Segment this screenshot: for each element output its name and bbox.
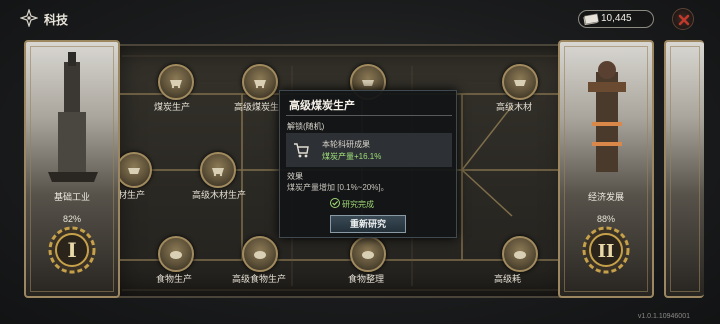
back-button[interactable] [19, 8, 39, 28]
node-label-food: 食物生产 [156, 274, 193, 284]
close-icon [678, 14, 690, 26]
research-node-wood[interactable] [116, 152, 152, 188]
research-detail-popup: 高级煤炭生产 解锁(随机) 本轮科研成果 煤炭产量+16.1% 效果 煤炭产量增… [279, 90, 457, 238]
popup-title: 高级煤炭生产 [289, 100, 355, 112]
top-bar: 科技 10,445 [0, 0, 720, 36]
card-frame [670, 46, 700, 292]
gear-numeral: I [67, 238, 76, 262]
card-title: 基础工业 [53, 192, 90, 202]
coal-cart-icon [170, 80, 182, 89]
research-node-advanced-food[interactable] [242, 236, 278, 272]
category-card-partial[interactable] [664, 40, 704, 298]
gear-numeral: II [598, 241, 615, 262]
page-title: 科技 [44, 13, 69, 27]
industry-tower-illustration [48, 52, 98, 182]
cart-icon [294, 143, 309, 158]
category-card-basic-industry[interactable]: 基础工业 82% I [24, 40, 120, 298]
close-button[interactable] [672, 8, 694, 30]
gear-badge-icon: I [48, 226, 96, 274]
food-icon [254, 251, 266, 259]
node-label-wood: 材生产 [118, 190, 146, 200]
effect-label: 效果 [287, 172, 303, 181]
banknote-icon [583, 13, 599, 26]
currency-display: 10,445 [578, 10, 654, 28]
currency-value: 10,445 [601, 13, 632, 24]
reresearch-button[interactable]: 重新研究 [330, 215, 406, 233]
coal-cart-icon [254, 80, 266, 89]
food-icon [362, 251, 374, 259]
version-text: v1.0.1.10946001 [637, 313, 690, 320]
node-label-advanced-coal: 高级煤炭生 [234, 102, 280, 112]
tech-screen: 科技 10,445 煤炭生产 高级煤炭生 高级木材 材生产 高级木材生产 食物生… [0, 0, 720, 324]
wood-cart-icon [128, 168, 140, 174]
economy-tower-illustration [588, 61, 626, 172]
check-icon [330, 198, 340, 208]
coal-cart-icon [362, 80, 374, 86]
wood-cart-icon [212, 168, 224, 177]
research-node-food[interactable] [158, 236, 194, 272]
effect-text: 煤炭产量增加 [0.1%~20%]。 [287, 183, 389, 192]
node-label-advanced-wood-prod: 高级木材生产 [192, 190, 247, 200]
card-progress-text: 82% [62, 214, 81, 224]
popup-divider [286, 115, 452, 116]
node-label-food-organize: 食物整理 [348, 274, 385, 284]
card-progress-text: 88% [596, 214, 615, 224]
node-label-coal: 煤炭生产 [154, 102, 191, 112]
research-complete-status: 研究完成 [342, 200, 374, 209]
result-title: 本轮科研成果 [322, 140, 370, 149]
unlock-label: 解锁(随机) [287, 122, 325, 131]
food-icon [170, 251, 182, 259]
research-result-box: 本轮科研成果 煤炭产量+16.1% [286, 133, 452, 167]
card-title: 经济发展 [587, 192, 624, 202]
node-label-advanced-food: 高级食物生产 [232, 274, 287, 284]
node-label-advanced-wood: 高级木材 [496, 102, 533, 112]
research-node-advanced-coal[interactable] [242, 64, 278, 100]
research-node-food-organize[interactable] [350, 236, 386, 272]
food-icon [514, 251, 526, 259]
gear-badge-icon: II [582, 226, 630, 274]
category-card-economy[interactable]: 经济发展 88% II [558, 40, 654, 298]
research-node-coal[interactable] [158, 64, 194, 100]
wood-cart-icon [514, 80, 526, 86]
research-node-advanced-wood[interactable] [502, 64, 538, 100]
result-value: 煤炭产量+16.1% [322, 152, 382, 161]
compass-back-icon [19, 8, 39, 28]
research-node-advanced-consume[interactable] [502, 236, 538, 272]
node-label-advanced-consume: 高级耗 [494, 274, 522, 284]
research-node-advanced-wood-prod[interactable] [200, 152, 236, 188]
